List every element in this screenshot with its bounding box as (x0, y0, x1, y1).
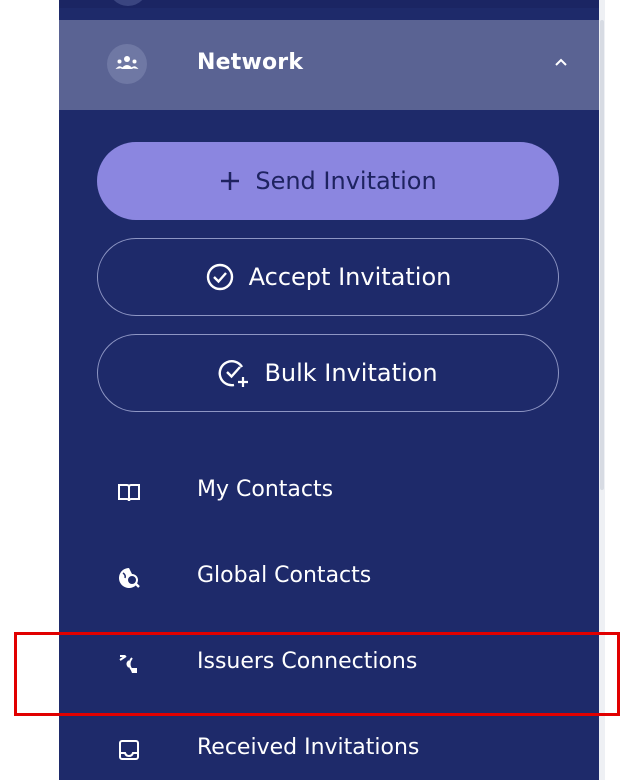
sidebar-item-label: Network (197, 50, 304, 75)
book-open-icon (118, 484, 140, 502)
sidebar-item-label: My Contacts (197, 477, 334, 502)
sidebar-item-label: Received Invitations (197, 735, 420, 760)
sidebar-item-received-invitations[interactable]: Received Invitations (59, 720, 599, 780)
check-circle-icon (205, 262, 235, 292)
send-invitation-label: Send Invitation (255, 167, 437, 195)
sidebar-item-network[interactable]: Network (59, 20, 599, 110)
sidebar-item-global-contacts[interactable]: Global Contacts (59, 548, 599, 608)
plus-icon (219, 170, 241, 192)
bulk-invitation-label: Bulk Invitation (264, 359, 438, 387)
send-invitation-button[interactable]: Send Invitation (97, 142, 559, 220)
accept-invitation-label: Accept Invitation (248, 263, 452, 291)
sidebar-item-label: Global Contacts (197, 563, 372, 588)
accept-invitation-button[interactable]: Accept Invitation (97, 238, 559, 316)
chevron-up-icon[interactable] (554, 57, 568, 67)
inbox-icon (119, 740, 139, 760)
check-circle-plus-icon (218, 357, 250, 389)
scrollbar-thumb[interactable] (600, 20, 604, 490)
highlight-annotation (14, 632, 620, 716)
bulk-invitation-button[interactable]: Bulk Invitation (97, 334, 559, 412)
people-group-icon (107, 44, 147, 84)
sidebar-item-my-contacts[interactable]: My Contacts (59, 462, 599, 522)
globe-search-icon (119, 568, 140, 588)
